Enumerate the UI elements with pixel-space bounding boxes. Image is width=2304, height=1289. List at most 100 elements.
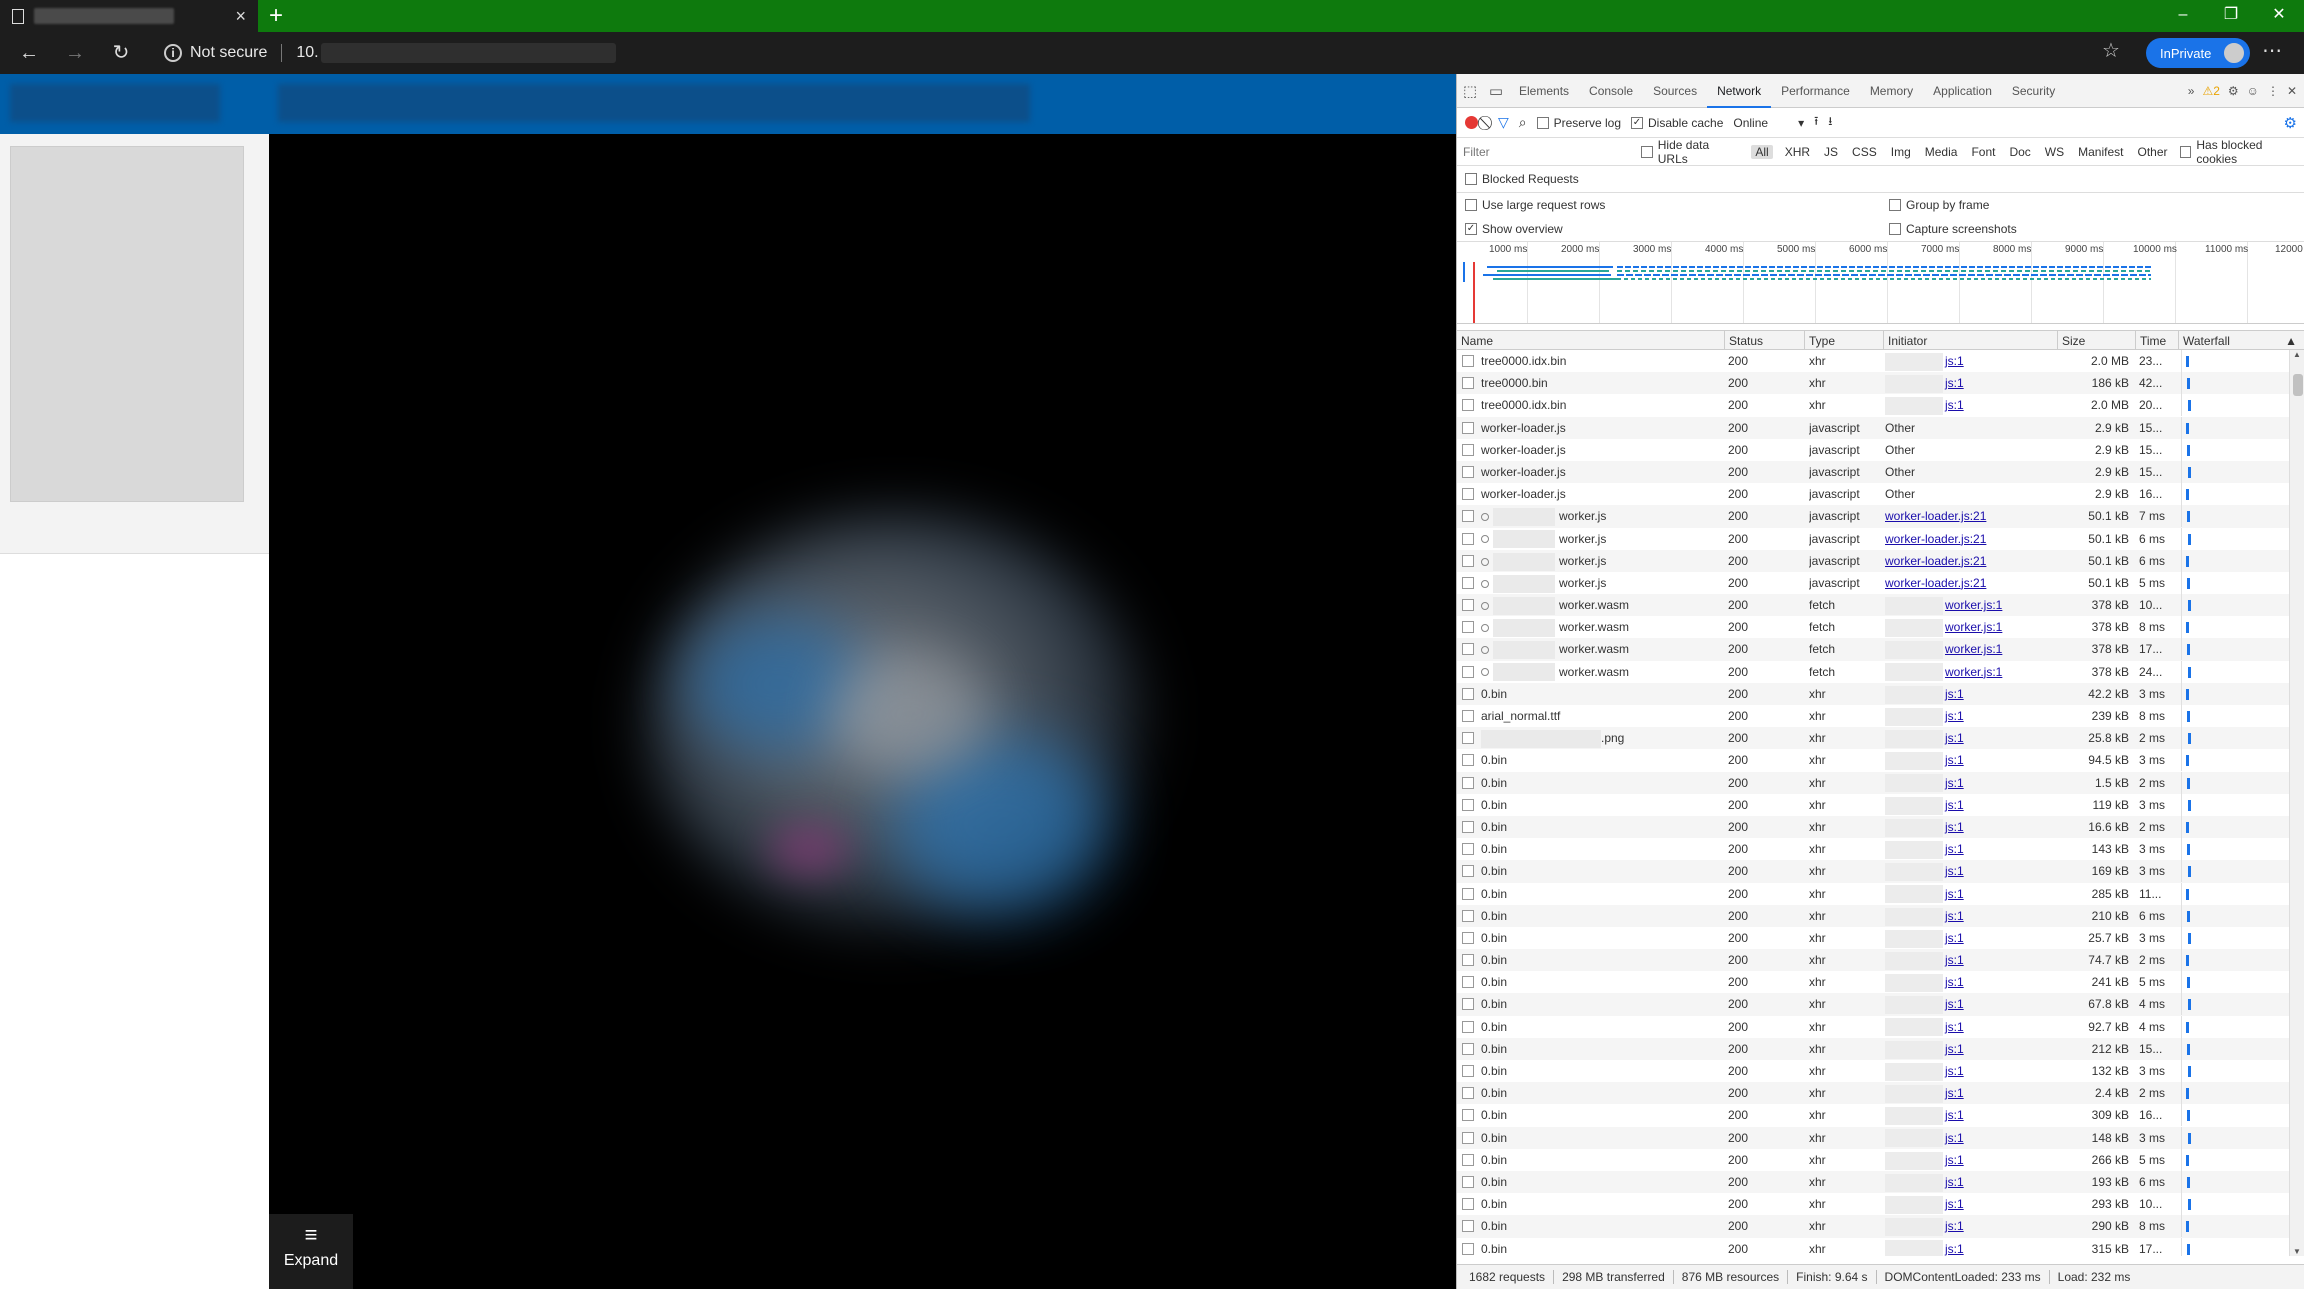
table-row[interactable]: 0.bin 200 xhr js:1 119 kB 3 ms (1457, 793, 2289, 816)
hide-data-urls-checkbox[interactable]: Hide data URLs (1640, 138, 1741, 166)
initiator-link[interactable]: js:1 (1945, 909, 1964, 923)
row-checkbox[interactable] (1462, 621, 1474, 634)
filter-input[interactable] (1463, 142, 1631, 161)
filter-type-img[interactable]: Img (1889, 145, 1913, 159)
import-har-icon[interactable]: ⭱ (1814, 112, 1818, 133)
network-overview[interactable]: 1000 ms 2000 ms 3000 ms 4000 ms 5000 ms … (1457, 242, 2304, 324)
row-checkbox[interactable] (1462, 399, 1474, 412)
row-checkbox[interactable] (1462, 954, 1474, 967)
table-row[interactable]: 0.bin 200 xhr js:1 266 kB 5 ms (1457, 1148, 2289, 1171)
table-row[interactable]: tree0000.idx.bin 200 xhr js:1 2.0 MB 23... (1457, 350, 2289, 373)
large-rows-checkbox[interactable]: Use large request rows (1465, 198, 1605, 212)
info-icon[interactable]: i (164, 44, 182, 62)
row-checkbox[interactable] (1462, 532, 1474, 545)
table-row[interactable]: 0.bin 200 xhr js:1 293 kB 10... (1457, 1193, 2289, 1216)
table-row[interactable]: 0.bin 200 xhr js:1 132 kB 3 ms (1457, 1060, 2289, 1083)
initiator-link[interactable]: js:1 (1945, 798, 1964, 812)
table-row[interactable]: worker.wasm 200 fetch worker.js:1 378 kB 8 ms (1457, 616, 2289, 639)
row-checkbox[interactable] (1462, 865, 1474, 878)
table-row[interactable]: worker-loader.js 200 javascript Other 2.9 kB… (1457, 483, 2289, 506)
row-checkbox[interactable] (1462, 1131, 1474, 1144)
table-row[interactable]: worker.wasm 200 fetch worker.js:1 378 kB 10..… (1457, 594, 2289, 617)
table-row[interactable]: 0.bin 200 xhr js:1 94.5 kB 3 ms (1457, 749, 2289, 772)
has-blocked-cookies-checkbox[interactable]: Has blocked cookies (2179, 138, 2304, 166)
initiator-link[interactable]: js:1 (1945, 687, 1964, 701)
initiator-link[interactable]: js:1 (1945, 931, 1964, 945)
table-row[interactable]: 0.bin 200 xhr js:1 25.7 kB 3 ms (1457, 926, 2289, 950)
tab-performance[interactable]: Performance (1771, 74, 1860, 108)
column-time[interactable]: Time (2136, 331, 2179, 351)
table-row[interactable]: 0.bin 200 xhr js:1 74.7 kB 2 ms (1457, 949, 2289, 972)
row-checkbox[interactable] (1462, 599, 1474, 612)
row-checkbox[interactable] (1462, 909, 1474, 922)
forward-icon[interactable]: → (60, 38, 90, 68)
warning-icon[interactable]: ⚠2 (2202, 84, 2219, 98)
preserve-log-checkbox[interactable]: Preserve log (1536, 116, 1621, 130)
initiator-link[interactable]: js:1 (1945, 354, 1964, 368)
scroll-thumb[interactable] (2293, 374, 2303, 396)
table-row[interactable]: .png 200 xhr js:1 25.8 kB 2 ms (1457, 727, 2289, 750)
table-row[interactable]: worker.js 200 javascript worker-loader.js:2… (1457, 505, 2289, 528)
address-bar[interactable]: i Not secure 10. (150, 37, 2130, 69)
initiator-link[interactable]: js:1 (1945, 887, 1964, 901)
row-checkbox[interactable] (1462, 488, 1474, 501)
table-row[interactable]: worker.wasm 200 fetch worker.js:1 378 kB 24..… (1457, 660, 2289, 683)
row-checkbox[interactable] (1462, 1153, 1474, 1166)
filter-type-ws[interactable]: WS (2043, 145, 2066, 159)
row-checkbox[interactable] (1462, 732, 1474, 745)
table-row[interactable]: 0.bin 200 xhr js:1 212 kB 15... (1457, 1037, 2289, 1060)
tab-sources[interactable]: Sources (1643, 74, 1707, 108)
restore-button[interactable]: ❐ (2208, 0, 2254, 32)
record-icon[interactable] (1465, 116, 1478, 129)
tab-console[interactable]: Console (1579, 74, 1643, 108)
initiator-link[interactable]: js:1 (1945, 1153, 1964, 1167)
row-checkbox[interactable] (1462, 710, 1474, 722)
row-checkbox[interactable] (1462, 355, 1474, 367)
initiator-link[interactable]: js:1 (1945, 1108, 1964, 1122)
row-checkbox[interactable] (1462, 1175, 1474, 1188)
initiator-link[interactable]: js:1 (1945, 975, 1964, 989)
table-row[interactable]: tree0000.bin 200 xhr js:1 186 kB 42... (1457, 372, 2289, 395)
column-waterfall[interactable]: Waterfall ▲ (2179, 331, 2304, 351)
row-checkbox[interactable] (1462, 465, 1474, 478)
table-row[interactable]: 0.bin 200 xhr js:1 169 kB 3 ms (1457, 860, 2289, 883)
table-row[interactable]: 0.bin 200 xhr js:1 241 kB 5 ms (1457, 971, 2289, 994)
initiator-link[interactable]: js:1 (1945, 1219, 1964, 1233)
row-checkbox[interactable] (1462, 776, 1474, 789)
row-checkbox[interactable] (1462, 820, 1474, 833)
feedback-icon[interactable]: ☺ (2247, 84, 2259, 98)
search-icon[interactable]: ⌕ (1519, 114, 1527, 131)
row-checkbox[interactable] (1462, 643, 1474, 656)
table-row[interactable]: 0.bin 200 xhr js:1 42.2 kB 3 ms (1457, 682, 2289, 705)
close-window-button[interactable]: ✕ (2256, 0, 2302, 32)
request-list-scrollbar[interactable]: ▲ ▼ (2289, 350, 2304, 1256)
initiator-link[interactable]: js:1 (1945, 731, 1964, 745)
table-row[interactable]: 0.bin 200 xhr js:1 92.7 kB 4 ms (1457, 1015, 2289, 1038)
table-row[interactable]: 0.bin 200 xhr js:1 16.6 kB 2 ms (1457, 815, 2289, 839)
favorite-star-icon[interactable]: ☆ (2102, 38, 2120, 63)
tab-security[interactable]: Security (2002, 74, 2065, 108)
row-checkbox[interactable] (1462, 1198, 1474, 1211)
refresh-icon[interactable]: ↻ (106, 38, 136, 68)
table-row[interactable]: 0.bin 200 xhr js:1 285 kB 11... (1457, 882, 2289, 905)
initiator-link[interactable]: js:1 (1945, 1086, 1964, 1100)
initiator-link[interactable]: worker.js:1 (1945, 642, 2002, 656)
table-row[interactable]: 0.bin 200 xhr js:1 290 kB 8 ms (1457, 1215, 2289, 1238)
row-checkbox[interactable] (1462, 554, 1474, 567)
initiator-link[interactable]: js:1 (1945, 997, 1964, 1011)
filter-type-other[interactable]: Other (2136, 145, 2170, 159)
table-row[interactable]: worker.js 200 javascript worker-loader.js:2… (1457, 571, 2289, 595)
table-row[interactable]: tree0000.idx.bin 200 xhr js:1 2.0 MB 20... (1457, 394, 2289, 417)
back-icon[interactable]: ← (14, 38, 44, 68)
tab-memory[interactable]: Memory (1860, 74, 1923, 108)
minimize-button[interactable]: – (2160, 0, 2206, 32)
initiator-link[interactable]: worker-loader.js:21 (1885, 576, 1986, 590)
row-checkbox[interactable] (1462, 1020, 1474, 1033)
initiator-link[interactable]: worker-loader.js:21 (1885, 509, 1986, 523)
row-checkbox[interactable] (1462, 687, 1474, 700)
row-checkbox[interactable] (1462, 754, 1474, 767)
row-checkbox[interactable] (1462, 843, 1474, 856)
show-overview-checkbox[interactable]: ✓ Show overview (1465, 222, 1563, 236)
row-checkbox[interactable] (1462, 1220, 1474, 1233)
column-status[interactable]: Status (1725, 331, 1805, 351)
